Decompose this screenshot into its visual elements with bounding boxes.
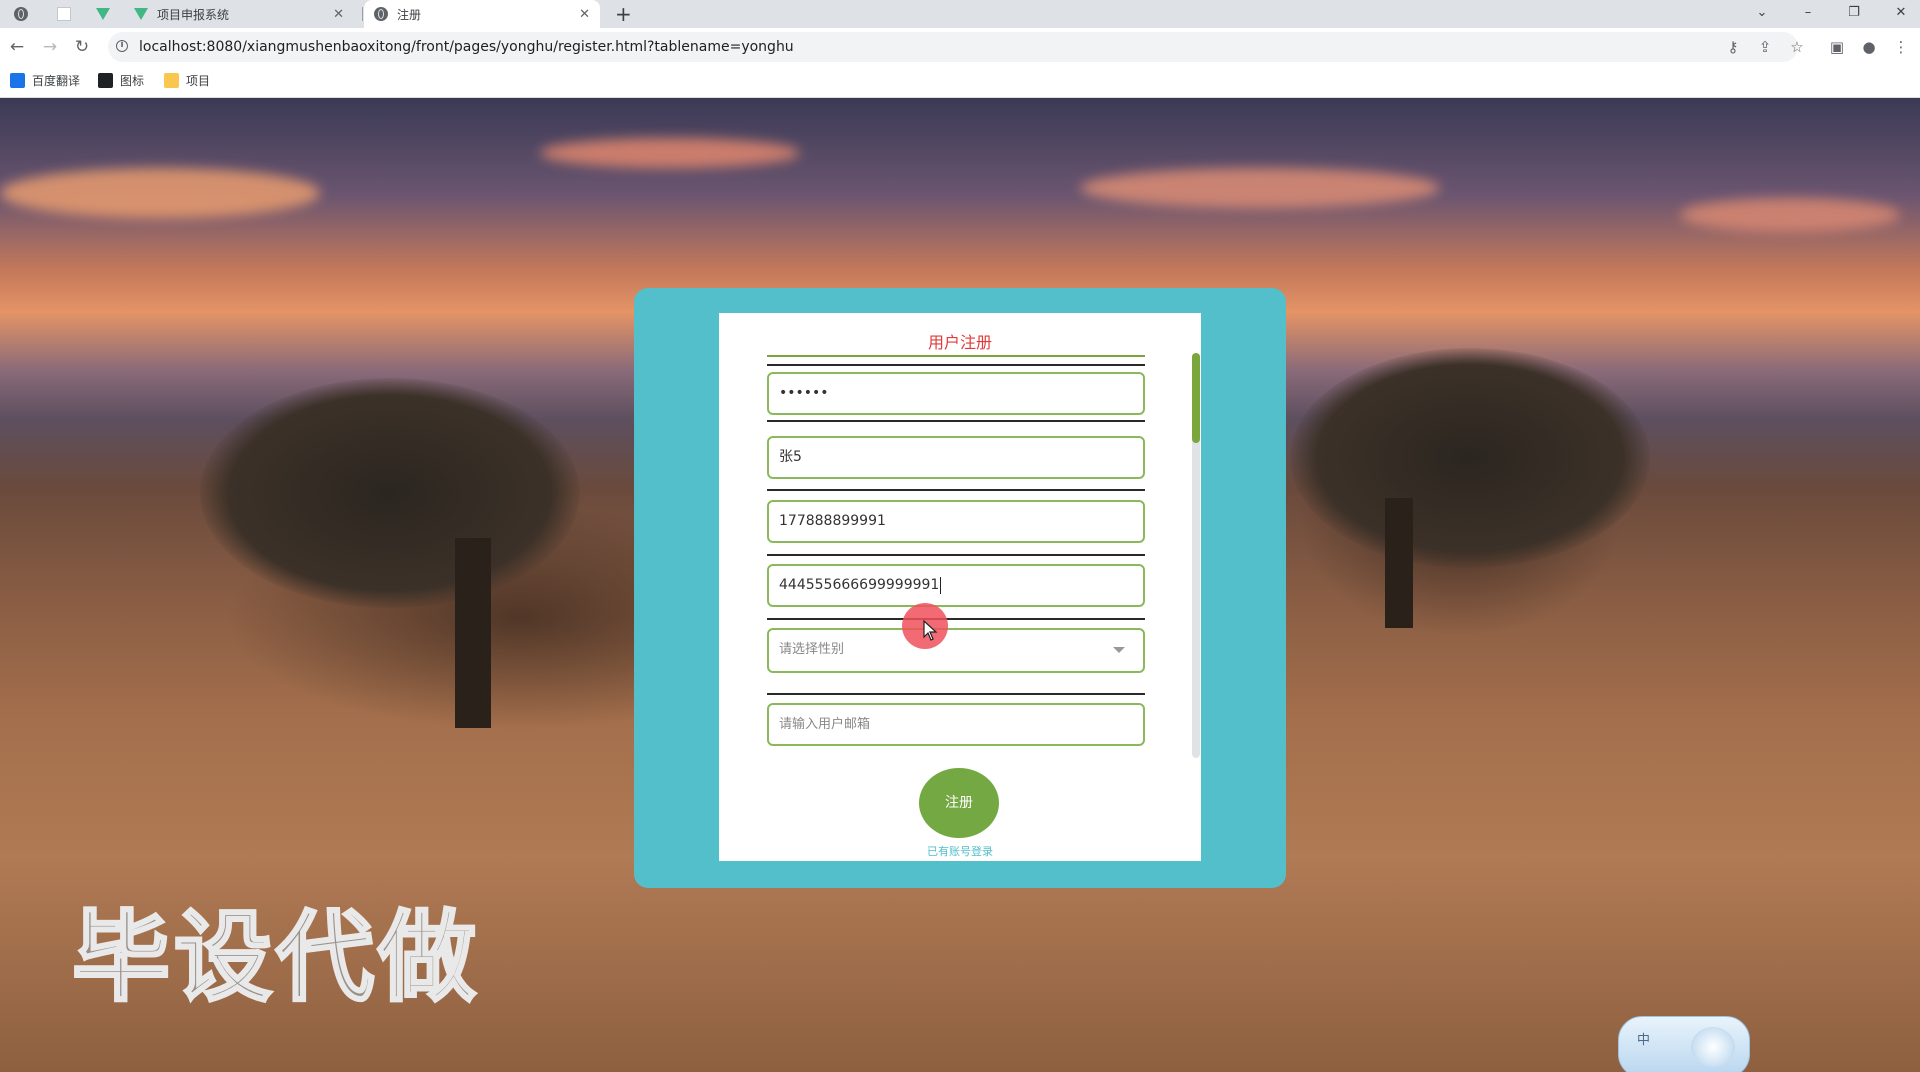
translate-icon [10, 73, 25, 88]
vue-logo-icon [96, 8, 110, 20]
bookmark-project-folder[interactable]: 项目 [164, 72, 210, 89]
tab-title: 项目申报系统 [157, 7, 230, 22]
tab-register[interactable]: 注册 ✕ [364, 0, 600, 28]
email-placeholder: 请输入用户邮箱 [779, 717, 871, 732]
gender-placeholder: 请选择性别 [779, 642, 845, 657]
tab-project-system[interactable]: 项目申报系统 ✕ [134, 0, 354, 28]
profile-avatar-icon[interactable]: ● [1860, 38, 1878, 56]
password-value: •••••• [779, 385, 829, 401]
scrollbar-thumb[interactable] [1192, 353, 1200, 443]
cloud [1080, 168, 1440, 208]
password-field[interactable]: •••••• [767, 372, 1145, 415]
bookmark-icons[interactable]: 图标 [98, 72, 144, 89]
info-icon[interactable]: i [116, 40, 128, 52]
tab-pinned-3[interactable] [96, 0, 119, 28]
folder-icon [164, 73, 179, 88]
tab-separator [362, 7, 363, 21]
tree-trunk [1385, 498, 1413, 628]
cloud [1680, 198, 1900, 232]
divider [767, 489, 1145, 491]
divider [767, 693, 1145, 695]
mouse-pointer-icon [923, 620, 938, 641]
reload-button[interactable]: ↻ [71, 36, 93, 58]
tab-search-icon[interactable]: ⌄ [1747, 2, 1777, 24]
register-card: 用户注册 •••••• 张5 177888899991 444555666699… [634, 288, 1286, 888]
divider [767, 420, 1145, 422]
tree [1290, 348, 1650, 568]
form-scrollbar[interactable] [1192, 353, 1200, 758]
cloud [540, 138, 800, 168]
chevron-down-icon [1113, 647, 1125, 653]
globe-icon [14, 7, 28, 21]
close-tab-icon[interactable]: ✕ [333, 7, 344, 22]
text-caret [940, 576, 942, 594]
divider [767, 364, 1145, 366]
form-title: 用户注册 [927, 333, 992, 352]
ime-mode-label: 中 [1637, 1033, 1651, 1048]
phone-field[interactable]: 177888899991 [767, 500, 1145, 543]
restore-button[interactable]: ❐ [1839, 2, 1869, 24]
bookmarks-bar: 百度翻译 图标 项目 [0, 66, 1920, 98]
id-card-value: 444555666699999991 [779, 577, 940, 593]
cloud [0, 168, 320, 218]
bookmark-label: 百度翻译 [32, 74, 81, 88]
phone-value: 177888899991 [779, 513, 886, 529]
register-button[interactable]: 注册 [919, 768, 999, 838]
close-window-button[interactable]: ✕ [1886, 2, 1916, 24]
forward-button[interactable]: → [39, 36, 61, 58]
minimize-button[interactable]: – [1793, 2, 1823, 24]
tab-pinned-1[interactable] [14, 0, 37, 28]
bookmark-baidu-translate[interactable]: 百度翻译 [10, 72, 80, 89]
image-icon [98, 73, 113, 88]
new-tab-button[interactable]: + [615, 2, 632, 26]
close-tab-icon[interactable]: ✕ [579, 7, 590, 22]
ime-logo-icon [1691, 1027, 1735, 1067]
vue-logo-icon [134, 8, 148, 20]
register-form: 用户注册 •••••• 张5 177888899991 444555666699… [719, 313, 1201, 861]
ime-widget[interactable]: 中 [1618, 1016, 1750, 1072]
tree [200, 378, 580, 608]
blank-page-icon [57, 7, 71, 21]
key-icon[interactable]: ⚷ [1724, 38, 1742, 56]
address-bar[interactable]: i localhost:8080/xiangmushenbaoxitong/fr… [108, 32, 1798, 62]
watermark-text: 毕设代做 [70, 900, 481, 1017]
tab-pinned-2[interactable] [57, 0, 80, 28]
globe-icon [374, 7, 388, 21]
tree-trunk [455, 538, 491, 728]
bookmark-label: 项目 [186, 74, 211, 88]
email-field[interactable]: 请输入用户邮箱 [767, 703, 1145, 746]
url-text: localhost:8080/xiangmushenbaoxitong/fron… [139, 39, 794, 55]
name-value: 张5 [779, 449, 802, 465]
name-field[interactable]: 张5 [767, 436, 1145, 479]
side-panel-icon[interactable]: ▣ [1828, 38, 1846, 56]
bookmark-label: 图标 [120, 74, 145, 88]
share-icon[interactable]: ⇪ [1756, 38, 1774, 56]
menu-dots-icon[interactable]: ⋮ [1892, 38, 1910, 56]
title-underline [767, 355, 1145, 357]
page-background: 用户注册 •••••• 张5 177888899991 444555666699… [0, 98, 1920, 1072]
divider [767, 554, 1145, 556]
bookmark-star-icon[interactable]: ☆ [1788, 38, 1806, 56]
login-link[interactable]: 已有账号登录 [719, 843, 1201, 859]
divider [767, 618, 1145, 620]
gender-select[interactable]: 请选择性别 [767, 628, 1145, 673]
id-card-field[interactable]: 444555666699999991 [767, 564, 1145, 607]
tab-title: 注册 [397, 7, 422, 22]
back-button[interactable]: ← [6, 36, 28, 58]
tab-strip: 项目申报系统 ✕ 注册 ✕ + ⌄ – ❐ ✕ [0, 0, 1920, 28]
browser-toolbar: ← → ↻ i localhost:8080/xiangmushenbaoxit… [0, 28, 1920, 66]
